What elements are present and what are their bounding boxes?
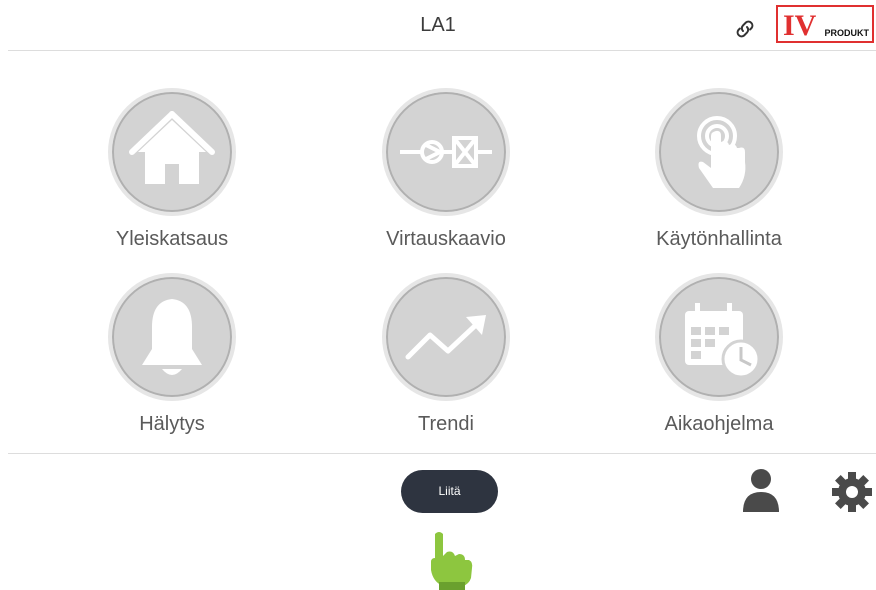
tile-label: Virtauskaavio [386,228,506,250]
tile-kaytonhallinta[interactable]: Käytönhallinta [609,88,829,258]
calendar-clock-icon [685,303,761,379]
tile-aikaohjelma[interactable]: Aikaohjelma [609,273,829,443]
tile-label: Aikaohjelma [664,413,774,435]
pointing-hand-icon [431,532,473,590]
tile-trendi[interactable]: Trendi [336,273,556,443]
svg-text:IV: IV [783,9,817,41]
gear-icon[interactable] [830,470,874,514]
trend-icon-circle [382,273,510,401]
tile-yleiskatsaus[interactable]: Yleiskatsaus [62,88,282,258]
tile-label: Käytönhallinta [656,228,782,250]
trend-icon [405,315,486,360]
home-icon-circle [108,88,236,216]
home-icon [129,111,215,184]
touch-hand-icon [697,116,746,188]
connect-button[interactable]: Liitä [401,470,498,513]
tile-halytys[interactable]: Hälytys [62,273,282,443]
link-icon[interactable] [733,17,757,41]
tile-label: Yleiskatsaus [115,228,229,250]
flow-diagram-icon-circle [382,88,510,216]
touch-hand-icon-circle [655,88,783,216]
tile-label: Trendi [418,413,474,435]
tile-label: Hälytys [139,413,205,435]
user-icon[interactable] [741,468,781,512]
logo-text: PRODUKT [824,28,870,38]
calendar-clock-icon-circle [655,273,783,401]
footer-divider [8,453,876,454]
tile-virtauskaavio[interactable]: Virtauskaavio [336,88,556,258]
brand-logo: IV PRODUKT [776,5,874,43]
flow-diagram-icon [400,136,492,168]
bell-icon-circle [108,273,236,401]
bell-icon [142,299,202,375]
header-bar: LA1 IV PRODUKT [0,0,876,52]
header-divider [8,50,876,51]
